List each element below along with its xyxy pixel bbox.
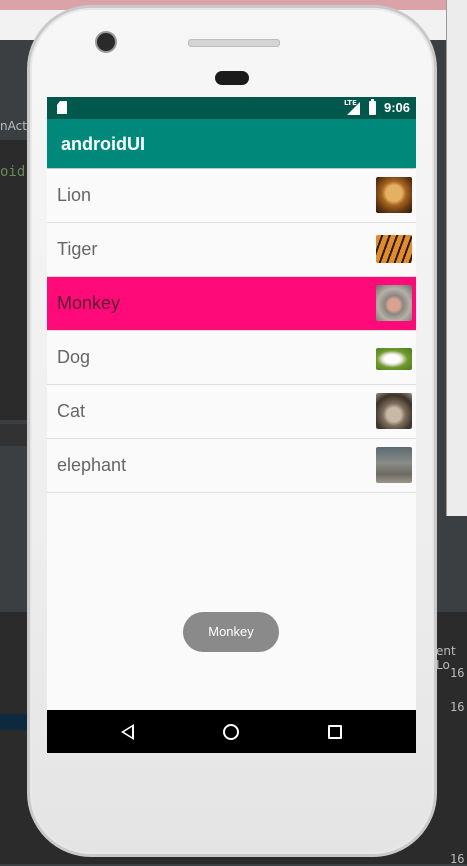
ide-code-text: oid: [0, 164, 26, 180]
list-item-tiger[interactable]: Tiger: [47, 223, 416, 277]
device-screen: LTE 9:06 androidUI Lion Tiger Monkey Dog…: [47, 97, 416, 753]
elephant-photo-icon: [376, 447, 412, 483]
list-item-label: Lion: [57, 185, 92, 205]
status-bar: LTE 9:06: [47, 97, 416, 119]
ide-editor-strip: [0, 424, 30, 446]
list-item-cat[interactable]: Cat: [47, 385, 416, 439]
list-item-lion[interactable]: Lion: [47, 169, 416, 223]
lion-photo-icon: [376, 177, 412, 213]
tiger-photo-icon: [376, 235, 412, 263]
dog-photo-icon: [376, 348, 412, 370]
list-item-label: Tiger: [57, 239, 98, 259]
battery-icon: [369, 99, 376, 115]
app-title: androidUI: [61, 134, 145, 154]
ide-code-editor[interactable]: [0, 140, 30, 420]
toast-message: Monkey: [183, 612, 279, 652]
status-clock: 9:06: [384, 100, 411, 115]
list-item-label: Cat: [57, 401, 86, 421]
proximity-sensor: [215, 71, 249, 85]
ide-right-panel: [446, 0, 467, 516]
earpiece-speaker: [188, 39, 280, 47]
list-item-elephant[interactable]: elephant: [47, 439, 416, 493]
list-item-label: Monkey: [57, 293, 121, 313]
back-icon[interactable]: [121, 724, 134, 740]
sd-card-icon: [57, 101, 67, 114]
network-type: LTE: [344, 99, 357, 107]
list-item-dog[interactable]: Dog: [47, 331, 416, 385]
ide-log-time: 16:: [450, 700, 467, 714]
animal-list: Lion Tiger Monkey Dog Cat elephant: [47, 169, 416, 493]
list-item-monkey[interactable]: Monkey: [47, 277, 416, 331]
cat-photo-icon: [376, 393, 412, 429]
list-item-label: elephant: [57, 455, 127, 475]
ide-log-time: 16:: [450, 666, 467, 680]
list-item-label: Dog: [57, 347, 91, 367]
monkey-photo-icon: [376, 285, 412, 321]
ide-editor-tab-label: nActi: [0, 119, 31, 133]
navigation-bar: [47, 710, 416, 753]
app-bar: androidUI: [47, 119, 416, 168]
recents-icon[interactable]: [328, 725, 342, 739]
ide-selected-line: [0, 714, 27, 730]
front-camera: [97, 33, 115, 51]
home-icon[interactable]: [223, 724, 239, 740]
